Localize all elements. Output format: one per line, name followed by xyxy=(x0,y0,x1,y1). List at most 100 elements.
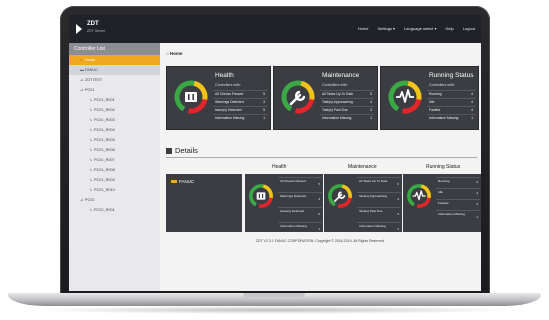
row-label: Warnings Detected xyxy=(280,194,307,198)
row-label: Information Missing xyxy=(438,212,465,216)
maintenance-row[interactable]: Task(s) Past Due 3 xyxy=(320,106,374,114)
sidebar-item[interactable]: ↘ PC01_R003 xyxy=(69,115,160,125)
running-row[interactable]: Information Missing 1 xyxy=(427,114,475,122)
sidebar-item[interactable]: ▬FANUC xyxy=(69,65,160,75)
detail-running[interactable]: Running 4 Idle 4 Faulted 4 Information Miss… xyxy=(403,174,481,232)
detail-row[interactable]: Issue(s) Detected 5 xyxy=(278,207,322,222)
row-label: Faulted xyxy=(438,201,449,205)
detail-row[interactable]: Running 4 xyxy=(436,177,480,188)
sidebar-item-label: PC02_R001 xyxy=(94,208,115,212)
details-icon xyxy=(166,148,172,155)
health-row[interactable]: All Checks Passed 5 xyxy=(213,90,267,98)
sidebar-item-label: PC01 xyxy=(85,88,95,92)
row-label: Task(s) Past Due xyxy=(322,108,348,112)
detail-maintenance[interactable]: All Tasks Up To Date 5 Task(s) Approachin… xyxy=(324,174,402,232)
main-content: ⌂ Home Health Controllers with: All Chec… xyxy=(160,43,481,291)
sidebar-item[interactable]: ↘ PC01_R008 xyxy=(69,165,160,175)
details-divider xyxy=(166,157,477,158)
sidebar-item[interactable]: ↘ PC01_R010 xyxy=(69,185,160,195)
sidebar-item[interactable]: ↘ PC01_R002 xyxy=(69,105,160,115)
detail-row[interactable]: Information Missing 1 xyxy=(357,222,401,237)
maintenance-rows: All Tasks Up To Date 5 Task(s) Approachin… xyxy=(320,90,374,122)
health-subtitle: Controllers with: xyxy=(215,83,241,87)
sidebar-item-label: PC01_R010 xyxy=(94,188,115,192)
row-label: All Tasks Up To Date xyxy=(359,179,388,183)
detail-row[interactable]: Task(s) Approaching 4 xyxy=(357,192,401,207)
row-label: Task(s) Approaching xyxy=(359,194,388,198)
nav-language[interactable]: Language select ▾ xyxy=(404,26,436,31)
detail-row[interactable]: Faulted 4 xyxy=(436,199,480,210)
row-count: 3 xyxy=(370,108,372,112)
sidebar-item[interactable]: ↘ PC01_R007 xyxy=(69,155,160,165)
row-count: 4 xyxy=(397,197,399,201)
row-count: 5 xyxy=(370,92,372,96)
row-count: 5 xyxy=(397,182,399,186)
health-row[interactable]: Information Missing 1 xyxy=(213,114,267,122)
detail-row[interactable]: Information Missing 1 xyxy=(278,222,322,237)
brand-logo-icon[interactable] xyxy=(75,23,83,35)
row-label: Warnings Detected xyxy=(215,100,244,104)
row-count: 4 xyxy=(471,92,473,96)
sidebar-item[interactable]: ↘ PC02_R001 xyxy=(69,205,160,215)
sidebar-item-label: Home xyxy=(85,58,96,62)
device-row-name[interactable]: FANUC xyxy=(166,174,242,232)
sidebar-item-label: PC01_R001 xyxy=(94,98,115,102)
sidebar-item[interactable]: ↘ PC01_R005 xyxy=(69,135,160,145)
detail-row[interactable]: Task(s) Past Due 3 xyxy=(357,207,401,222)
nav-settings[interactable]: Settings ▾ xyxy=(377,26,395,31)
top-nav: Home Settings ▾ Language select ▾ Help L… xyxy=(358,26,475,31)
detail-maintenance-rows: All Tasks Up To Date 5 Task(s) Approachin… xyxy=(357,177,401,237)
nav-help[interactable]: Help xyxy=(446,26,454,31)
sidebar-item[interactable]: ⌂ Home xyxy=(69,55,160,65)
detail-health[interactable]: All Checks Passed 5 Warnings Detected 3 Is… xyxy=(245,174,323,232)
detail-row[interactable]: All Checks Passed 5 xyxy=(278,177,322,192)
row-label: Information Missing xyxy=(280,224,307,228)
detail-row[interactable]: Information Missing 1 xyxy=(436,210,480,225)
running-title: Running Status xyxy=(429,72,474,79)
running-subtitle: Controllers with: xyxy=(429,83,455,87)
brand-title[interactable]: ZDT xyxy=(87,21,99,27)
maintenance-title: Maintenance xyxy=(322,72,360,79)
sidebar-item[interactable]: ↘ PC01_R001 xyxy=(69,95,160,105)
running-row[interactable]: Running 4 xyxy=(427,90,475,98)
breadcrumb[interactable]: ⌂ Home xyxy=(166,51,182,56)
health-gauge-icon xyxy=(174,80,208,114)
row-label: Information Missing xyxy=(429,116,459,120)
maintenance-row[interactable]: Task(s) Approaching 4 xyxy=(320,98,374,106)
sidebar-item[interactable]: ⊿ PC01 xyxy=(69,85,160,95)
detail-row[interactable]: All Tasks Up To Date 5 xyxy=(357,177,401,192)
detail-row[interactable]: Warnings Detected 3 xyxy=(278,192,322,207)
footer-copyright: ZDT V2.3.1 FANUC CORPORATION. Copyright … xyxy=(255,239,386,243)
maintenance-card[interactable]: Maintenance Controllers with: All Tasks … xyxy=(273,66,378,130)
laptop-lid: ZDT ZDT Server Home Settings ▾ Language … xyxy=(60,6,490,296)
sidebar-item[interactable]: ↘ PC01_R004 xyxy=(69,125,160,135)
details-title: Details xyxy=(166,146,198,155)
top-bar: ZDT ZDT Server Home Settings ▾ Language … xyxy=(69,15,481,43)
row-count: 1 xyxy=(476,215,478,219)
row-count: 3 xyxy=(263,100,265,104)
row-count: 3 xyxy=(318,197,320,201)
health-card[interactable]: Health Controllers with: All Checks Pass… xyxy=(166,66,271,130)
sidebar-item[interactable]: ⊿ PC02 xyxy=(69,195,160,205)
detail-maintenance-gauge-icon xyxy=(328,184,352,208)
sidebar-header: Controller List xyxy=(69,43,160,55)
detail-row[interactable]: Idle 4 xyxy=(436,188,480,199)
sidebar-item[interactable]: ↘ PC01_R006 xyxy=(69,145,160,155)
sidebar-item[interactable]: ⊿ ZDTTEST xyxy=(69,75,160,85)
running-row[interactable]: Faulted 4 xyxy=(427,106,475,114)
maintenance-row[interactable]: Information Missing 1 xyxy=(320,114,374,122)
nav-home[interactable]: Home xyxy=(358,26,369,31)
health-row[interactable]: Issue(s) Detected 5 xyxy=(213,106,267,114)
nav-logout[interactable]: Logout xyxy=(463,26,475,31)
device-label: FANUC xyxy=(179,179,195,184)
row-count: 3 xyxy=(397,212,399,216)
laptop-notch xyxy=(243,293,305,297)
row-label: Running xyxy=(438,179,450,183)
running-status-card[interactable]: Running Status Controllers with: Running… xyxy=(380,66,479,130)
running-row[interactable]: Idle 4 xyxy=(427,98,475,106)
health-row[interactable]: Warnings Detected 3 xyxy=(213,98,267,106)
maintenance-row[interactable]: All Tasks Up To Date 5 xyxy=(320,90,374,98)
sidebar-item[interactable]: ↘ PC01_R009 xyxy=(69,175,160,185)
sidebar-item-label: PC01_R005 xyxy=(94,138,115,142)
row-count: 5 xyxy=(318,182,320,186)
